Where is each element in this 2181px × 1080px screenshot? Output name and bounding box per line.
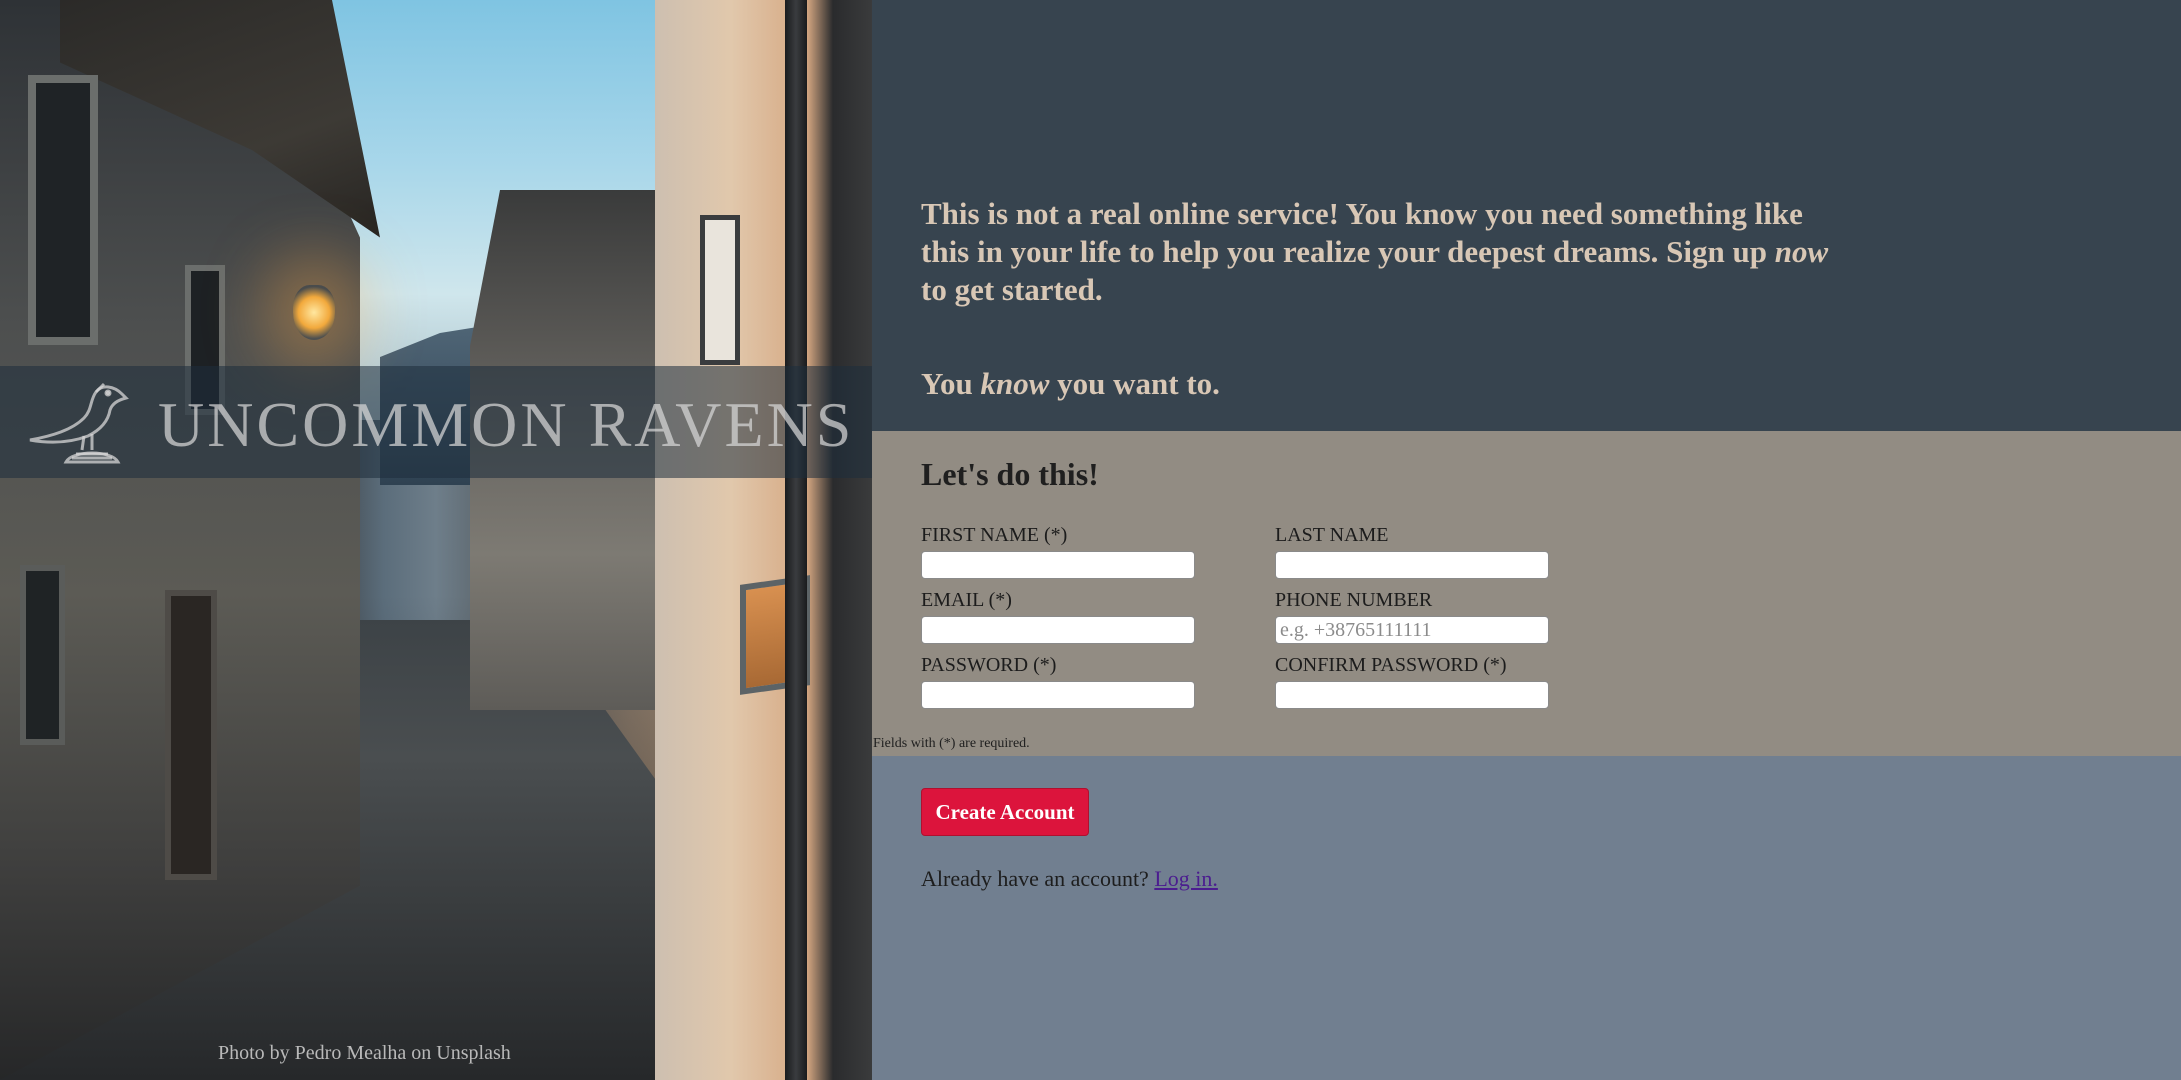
intro-sub-part: You [921, 366, 981, 401]
create-account-button[interactable]: Create Account [921, 788, 1089, 836]
actions-section: Create Account Already have an account? … [872, 756, 2181, 1080]
first-name-label: FIRST NAME (*) [921, 524, 1068, 546]
email-field-group: EMAIL (*) [921, 588, 1196, 644]
brand-name: UNCOMMON RAVENS [158, 389, 855, 460]
first-name-input[interactable] [921, 551, 1195, 579]
raven-icon [22, 366, 147, 478]
street-lamp [293, 285, 335, 340]
intro-sub-part: you want to. [1049, 366, 1220, 401]
first-name-field-group: FIRST NAME (*) [921, 523, 1196, 579]
door [165, 590, 217, 880]
confirm-password-field-group: CONFIRM PASSWORD (*) [1275, 653, 1550, 709]
intro-text-part: This is not a real online service! You k… [921, 196, 1803, 269]
email-input[interactable] [921, 616, 1195, 644]
window [20, 565, 65, 745]
last-name-label: LAST NAME [1275, 524, 1389, 546]
phone-label: PHONE NUMBER [1275, 589, 1433, 611]
confirm-password-input[interactable] [1275, 681, 1549, 709]
login-prompt: Already have an account? Log in. [921, 866, 1218, 892]
required-fields-note: Fields with (*) are required. [873, 736, 1030, 751]
brand-banner: UNCOMMON RAVENS [0, 366, 872, 478]
phone-input[interactable] [1275, 616, 1549, 644]
last-name-field-group: LAST NAME [1275, 523, 1550, 579]
login-link[interactable]: Log in. [1154, 866, 1218, 891]
password-field-group: PASSWORD (*) [921, 653, 1196, 709]
confirm-password-label: CONFIRM PASSWORD (*) [1275, 654, 1507, 676]
form-title: Let's do this! [921, 456, 1099, 492]
building-right [655, 0, 872, 1080]
intro-subheadline: You know you want to. [921, 365, 1220, 403]
hero-photo: UNCOMMON RAVENS Photo by Pedro Mealha on… [0, 0, 872, 1080]
intro-emphasis: now [1774, 234, 1829, 269]
intro-text-part: to get started. [921, 272, 1103, 307]
phone-field-group: PHONE NUMBER [1275, 588, 1550, 644]
intro-sub-emphasis: know [980, 366, 1050, 401]
photo-credit: Photo by Pedro Mealha on Unsplash [218, 1042, 511, 1064]
password-label: PASSWORD (*) [921, 654, 1057, 676]
drainpipe [785, 0, 807, 1080]
login-prompt-text: Already have an account? [921, 866, 1155, 891]
last-name-input[interactable] [1275, 551, 1549, 579]
intro-headline: This is not a real online service! You k… [921, 195, 1841, 309]
signup-form: Let's do this! FIRST NAME (*) LAST NAME … [872, 431, 2181, 756]
intro-section: This is not a real online service! You k… [872, 0, 2181, 431]
email-label: EMAIL (*) [921, 589, 1012, 611]
password-input[interactable] [921, 681, 1195, 709]
window [28, 75, 98, 345]
window [700, 215, 740, 365]
